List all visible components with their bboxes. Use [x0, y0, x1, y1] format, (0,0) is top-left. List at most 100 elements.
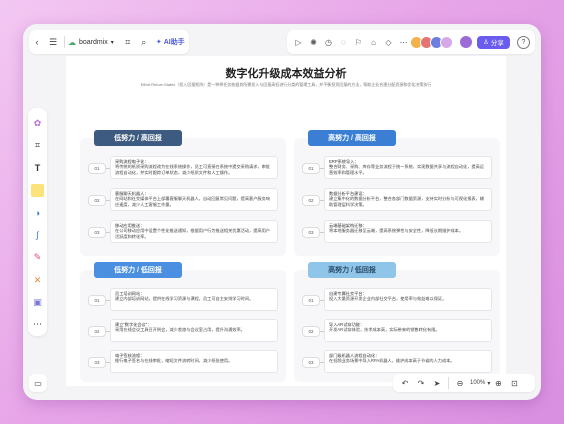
item-number: 01 — [88, 295, 106, 306]
comment-icon[interactable]: ◌ — [336, 34, 351, 50]
bottom-right-toolbar: ↶ ↷ ➤ ⊖ 100% ▾ ⊕ ⊡ — [393, 374, 535, 392]
library-icon[interactable]: ⌂ — [366, 34, 381, 50]
zoom-in-icon[interactable]: ⊕ — [490, 379, 506, 388]
mindmap-icon[interactable]: ✕ — [31, 274, 44, 286]
list-item: 03 云端基础架构迁移： 将本地服务器迁移至云端，提高系统弹性与安全性，降低长期维… — [302, 220, 492, 243]
minimap-button[interactable]: ▭ — [29, 374, 47, 392]
tag-icon[interactable]: ◇ — [381, 34, 396, 50]
item-number: 01 — [302, 163, 320, 174]
item-text: 整合财务、采购、库存等业务流程于统一系统，实现数据共享与流程自动化，提高运营效率… — [329, 164, 484, 175]
quadrant-low-effort-low-return: 低努力 / 低回报 01 员工培训网站： 建立内部培训网站，提供在线学习资源与课程… — [80, 262, 286, 382]
menu-icon[interactable]: ☰ — [45, 34, 61, 50]
item-text: 投入大量资源开发企业内部社交平台，使用率与效益难以保证。 — [329, 296, 447, 302]
item-text: 在网站和社交媒体平台上部署客服聊天机器人，自动回复常见问题，提高客户服务响应速度… — [115, 196, 270, 207]
more-icon[interactable]: ⋯ — [396, 34, 411, 50]
list-item: 02 建立“数字化会议”： 采用在线会议工具召开例会，减少差旅与会议室占用，提升沟… — [88, 319, 278, 342]
item-card[interactable]: 导入AR试穿功能： 开发AR试穿体验，技术成本高，实际带来的销售转化有限。 — [324, 319, 492, 342]
ai-sparkle-icon: ✦ — [155, 39, 162, 46]
item-number: 01 — [88, 163, 106, 174]
list-item: 03 移动应用推送： 在公司移动应用中设置个性化推送通知，根据用户行为推送相关优惠… — [88, 220, 278, 243]
item-card[interactable]: 部门级机器人流程自动化： 在低频业务场景中导入RPA机器人，维护成本高于节省的人力… — [324, 350, 492, 373]
vote-icon[interactable]: ⚐ — [351, 34, 366, 50]
quadrant-label: 高努力 / 高回报 — [308, 130, 396, 146]
list-item: 02 导入AR试穿功能： 开发AR试穿体验，技术成本高，实际带来的销售转化有限。 — [302, 319, 492, 342]
item-text: 采用在线会议工具召开例会，减少差旅与会议室占用，提升沟通效率。 — [115, 327, 245, 333]
avatar — [440, 35, 453, 49]
item-text: 开发AR试穿体验，技术成本高，实际带来的销售转化有限。 — [329, 327, 440, 333]
cursor-icon[interactable]: ➤ — [429, 379, 445, 388]
back-chevron-icon[interactable]: ‹ — [29, 34, 45, 50]
fit-screen-icon[interactable]: ⊡ — [506, 379, 522, 388]
item-card[interactable]: 数据分析平台建设： 建立集中化的数据分析平台，整合各部门数据资源，支持实时分析与可… — [324, 188, 492, 211]
timer-icon[interactable]: ◷ — [321, 34, 336, 50]
sticky-note-icon[interactable] — [31, 184, 44, 197]
collaborator-avatars[interactable] — [410, 35, 453, 49]
frame-icon[interactable]: ⌗ — [31, 139, 44, 151]
template-icon[interactable]: ▣ — [31, 296, 44, 308]
item-card[interactable]: 采购流程电子化： 将传统的纸质采购流程改为在线系统操作，员工可直接在系统中提交采购… — [110, 156, 278, 179]
quadrant-label: 高努力 / 低回报 — [308, 262, 396, 278]
divider — [448, 377, 449, 389]
zoom-level[interactable]: 100% — [470, 380, 485, 386]
item-card[interactable]: 自建专属社交平台： 投入大量资源开发企业内部社交平台，使用率与效益难以保证。 — [324, 288, 492, 311]
zoom-out-icon[interactable]: ⊖ — [452, 379, 468, 388]
cloud-icon: ☁ — [68, 37, 76, 47]
item-number: 02 — [302, 195, 320, 206]
item-number: 03 — [88, 357, 106, 368]
item-number: 02 — [88, 195, 106, 206]
item-number: 02 — [302, 326, 320, 337]
item-text: 在公司移动应用中设置个性化推送通知，根据用户行为推送相关优惠活动，提高用户活跃度… — [115, 228, 270, 239]
brand-label: boardmix — [79, 38, 108, 46]
page-subtitle: Effort Return Matrix（投入回报矩阵）是一种将任务依据其所需投… — [140, 82, 432, 87]
user-avatar[interactable] — [459, 35, 473, 49]
quadrant-label: 低努力 / 低回报 — [94, 262, 182, 278]
item-text: 推行电子签名与在线审批，缩短文件流转时间，减少纸张使用。 — [115, 358, 233, 364]
user-plus-icon: ♙ — [483, 39, 489, 46]
quadrant-low-effort-high-return: 低努力 / 高回报 01 采购流程电子化： 将传统的纸质采购流程改为在线系统操作，… — [80, 130, 286, 256]
item-number: 02 — [88, 326, 106, 337]
play-icon[interactable]: ▷ — [291, 34, 306, 50]
redo-icon[interactable]: ↷ — [413, 379, 429, 388]
help-icon[interactable]: ? — [517, 35, 530, 49]
connector-icon[interactable]: ∫ — [31, 229, 44, 241]
item-card[interactable]: 电子签核流程： 推行电子签名与在线审批，缩短文件流转时间，减少纸张使用。 — [110, 350, 278, 373]
item-card[interactable]: 移动应用推送： 在公司移动应用中设置个性化推送通知，根据用户行为推送相关优惠活动，… — [110, 220, 278, 243]
undo-icon[interactable]: ↶ — [397, 379, 413, 388]
item-card[interactable]: 云端基础架构迁移： 将本地服务器迁移至云端，提高系统弹性与安全性，降低长期维护成本… — [324, 220, 492, 243]
pen-icon[interactable]: ✎ — [31, 251, 44, 263]
item-text: 在低频业务场景中导入RPA机器人，维护成本高于节省的人力成本。 — [329, 358, 455, 364]
list-item: 02 客服聊天机器人： 在网站和社交媒体平台上部署客服聊天机器人，自动回复常见问题… — [88, 188, 278, 211]
quadrant-label: 低努力 / 高回报 — [94, 130, 182, 146]
brand[interactable]: ☁ boardmix ▾ — [68, 38, 114, 47]
tag-icon[interactable]: ⌗ — [120, 34, 136, 50]
top-right-toolbar: ▷ ✺ ◷ ◌ ⚐ ⌂ ◇ ⋯ ♙ 分享 ? — [287, 30, 535, 54]
more-tools-icon[interactable]: ⋯ — [31, 319, 44, 331]
item-card[interactable]: ERP系统导入： 整合财务、采购、库存等业务流程于统一系统，实现数据共享与流程自动… — [324, 156, 492, 179]
minimap-icon: ▭ — [34, 378, 42, 388]
item-card[interactable]: 建立“数字化会议”： 采用在线会议工具召开例会，减少差旅与会议室占用，提升沟通效率… — [110, 319, 278, 342]
list-item: 01 员工培训网站： 建立内部培训网站，提供在线学习资源与课程，员工可自主安排学习… — [88, 288, 278, 311]
ai-assistant-button[interactable]: ✦ AI助手 — [156, 37, 185, 47]
item-number: 03 — [302, 227, 320, 238]
canvas-board[interactable]: 数字化升级成本效益分析 Effort Return Matrix（投入回报矩阵）… — [66, 56, 506, 386]
search-icon[interactable]: ⌕ — [136, 34, 152, 50]
shape-icon[interactable]: ◑ — [31, 207, 44, 219]
top-left-toolbar: ‹ ☰ ☁ boardmix ▾ ⌗ ⌕ ✦ AI助手 — [29, 30, 189, 54]
item-card[interactable]: 客服聊天机器人： 在网站和社交媒体平台上部署客服聊天机器人，自动回复常见问题，提高… — [110, 188, 278, 211]
list-item: 03 部门级机器人流程自动化： 在低频业务场景中导入RPA机器人，维护成本高于节省… — [302, 350, 492, 373]
share-label: 分享 — [490, 40, 504, 47]
app-window: ‹ ☰ ☁ boardmix ▾ ⌗ ⌕ ✦ AI助手 ▷ ✺ ◷ ◌ ⚐ ⌂ … — [23, 24, 541, 400]
item-number: 03 — [302, 357, 320, 368]
share-button[interactable]: ♙ 分享 — [477, 35, 510, 49]
item-text: 将传统的纸质采购流程改为在线系统操作，员工可直接在系统中提交采购请求，审批流程自… — [115, 164, 270, 175]
magic-icon[interactable]: ✿ — [31, 117, 44, 129]
chevron-down-icon: ▾ — [110, 39, 114, 46]
list-item: 03 电子签核流程： 推行电子签名与在线审批，缩短文件流转时间，减少纸张使用。 — [88, 350, 278, 373]
item-card[interactable]: 员工培训网站： 建立内部培训网站，提供在线学习资源与课程，员工可自主安排学习时间。 — [110, 288, 278, 311]
item-text: 建立内部培训网站，提供在线学习资源与课程，员工可自主安排学习时间。 — [115, 296, 254, 302]
item-text: 建立集中化的数据分析平台，整合各部门数据资源，支持实时分析与可视化报表，辅助管理… — [329, 196, 484, 207]
reaction-icon[interactable]: ✺ — [306, 34, 321, 50]
text-icon[interactable]: T — [31, 162, 44, 174]
list-item: 01 采购流程电子化： 将传统的纸质采购流程改为在线系统操作，员工可直接在系统中提… — [88, 156, 278, 179]
item-text: 将本地服务器迁移至云端，提高系统弹性与安全性，降低长期维护成本。 — [329, 228, 464, 234]
